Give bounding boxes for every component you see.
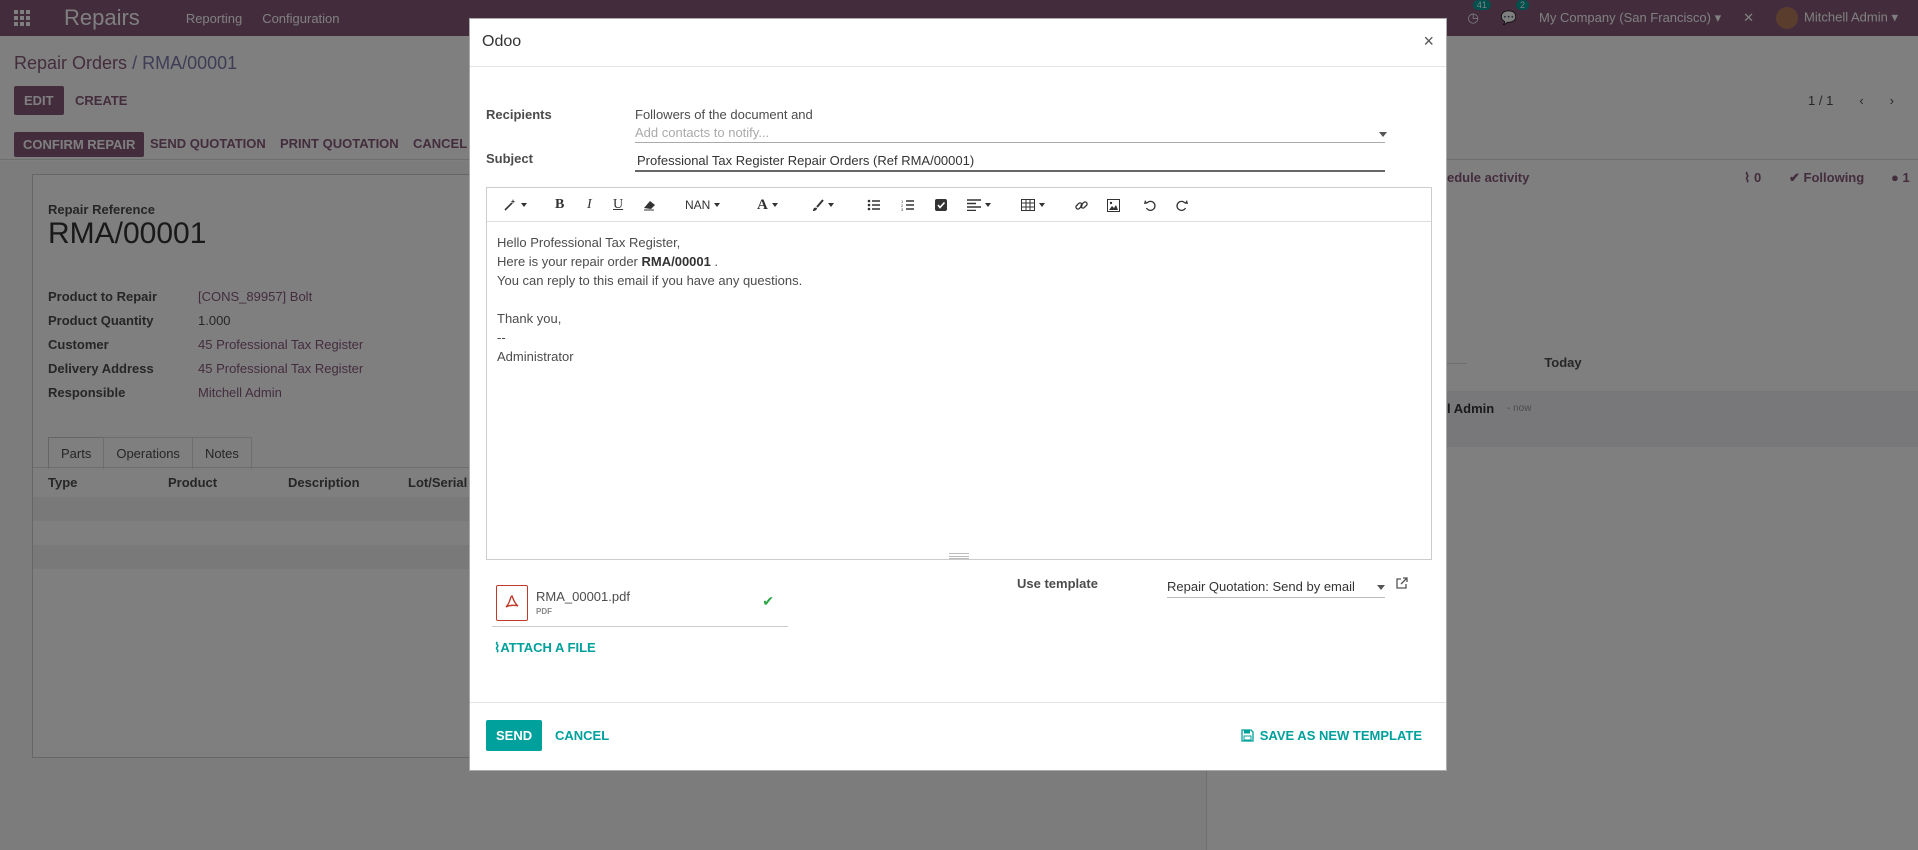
font-color-icon: A [757, 196, 768, 213]
caret-icon [985, 203, 991, 207]
repair-order-reference: RMA/00001 [641, 254, 711, 269]
chevron-down-icon[interactable] [1379, 132, 1387, 137]
editor-resize-handle[interactable] [949, 553, 969, 559]
body-line: Hello Professional Tax Register, [497, 235, 681, 250]
save-as-new-template-label: SAVE AS NEW TEMPLATE [1259, 728, 1422, 743]
recipients-label: Recipients [486, 107, 552, 122]
attach-file-button[interactable]: ⌇ATTACH A FILE [494, 640, 596, 656]
chevron-down-icon[interactable] [1377, 585, 1385, 590]
italic-button[interactable]: I [587, 196, 592, 214]
bold-button[interactable]: B [555, 196, 564, 214]
attachment-file-ext: PDF [536, 607, 552, 616]
body-blank-line [497, 290, 802, 309]
font-size-dropdown[interactable]: NAN [685, 196, 721, 214]
attach-file-label: ATTACH A FILE [500, 640, 596, 655]
image-icon[interactable] [1107, 196, 1120, 214]
table-dropdown[interactable] [1021, 196, 1045, 214]
body-text-fragment: . [710, 254, 719, 269]
floppy-disk-icon [1241, 729, 1254, 742]
font-size-label: NAN [685, 198, 711, 212]
save-as-new-template-button[interactable]: SAVE AS NEW TEMPLATE [1241, 728, 1422, 743]
caret-icon [521, 203, 527, 207]
align-left-icon [967, 199, 981, 211]
email-body-content[interactable]: Hello Professional Tax Register, Here is… [497, 233, 802, 366]
eraser-icon[interactable] [643, 196, 657, 214]
caret-icon [828, 203, 834, 207]
body-line: Here is your repair order RMA/00001 . [497, 252, 802, 271]
body-text-fragment: Here is your repair order [497, 254, 642, 269]
body-line: -- [497, 330, 506, 345]
body-line: You can reply to this email if you have … [497, 273, 803, 288]
check-icon: ✔ [762, 593, 774, 609]
redo-icon[interactable] [1175, 196, 1188, 214]
dialog-header: Odoo × [470, 19, 1446, 67]
svg-text:3: 3 [901, 207, 904, 211]
caret-icon [714, 203, 721, 207]
underline-button[interactable]: U [613, 196, 623, 214]
paint-brush-icon [813, 198, 824, 211]
followers-text: Followers of the document and [635, 107, 813, 122]
close-icon[interactable]: × [1423, 31, 1434, 52]
link-icon[interactable] [1075, 196, 1088, 214]
attachment-item: RMA_00001.pdf PDF ✔ [492, 583, 788, 627]
compose-email-dialog: Odoo × Recipients Followers of the docum… [469, 18, 1447, 771]
attachment-file-name[interactable]: RMA_00001.pdf [536, 589, 630, 604]
subject-input[interactable] [635, 150, 1385, 172]
cancel-button[interactable]: CANCEL [555, 728, 609, 743]
paragraph-align-dropdown[interactable] [967, 196, 991, 214]
body-line: Administrator [497, 349, 574, 364]
undo-icon[interactable] [1144, 196, 1157, 214]
subject-label: Subject [486, 151, 533, 166]
use-template-label: Use template [1017, 576, 1098, 591]
recipients-input[interactable] [635, 123, 1385, 143]
body-line: Thank you, [497, 311, 562, 326]
numbered-list-icon[interactable]: 123 [901, 196, 915, 214]
template-select[interactable]: Repair Quotation: Send by email [1167, 576, 1385, 598]
dialog-footer: SEND CANCEL SAVE AS NEW TEMPLATE [470, 702, 1446, 770]
pdf-file-icon[interactable] [496, 585, 528, 621]
checklist-icon[interactable] [935, 196, 947, 214]
send-button[interactable]: SEND [486, 720, 543, 751]
dialog-title: Odoo [482, 33, 522, 50]
external-link-icon[interactable] [1396, 577, 1408, 592]
style-dropdown[interactable] [503, 196, 527, 214]
editor-toolbar: B I U NAN A 123 [487, 188, 1431, 222]
magic-wand-icon [504, 199, 516, 211]
template-selected-value: Repair Quotation: Send by email [1167, 579, 1355, 594]
bullet-list-icon[interactable] [867, 196, 881, 214]
font-color-dropdown[interactable]: A [757, 196, 778, 214]
caret-icon [771, 203, 778, 207]
email-body-editor: B I U NAN A 123 Hello Professional Tax R… [486, 187, 1432, 560]
caret-icon [1039, 203, 1045, 207]
highlight-color-dropdown[interactable] [811, 196, 834, 214]
table-icon [1021, 199, 1035, 211]
